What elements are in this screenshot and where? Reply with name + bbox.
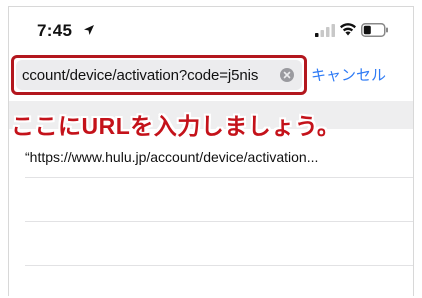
list-divider <box>25 177 413 178</box>
wifi-icon <box>340 23 356 36</box>
list-divider <box>25 221 413 222</box>
phone-screen: 7:45 ccount/device/activation?code=j5nis <box>8 6 414 296</box>
instruction-annotation: ここにURLを入力しましょう。 <box>11 113 341 139</box>
status-bar: 7:45 <box>9 7 413 49</box>
cellular-signal-icon <box>315 24 335 37</box>
location-arrow-icon <box>84 25 94 35</box>
suggestion-row[interactable]: “https://www.hulu.jp/account/device/acti… <box>9 143 413 171</box>
address-bar: ccount/device/activation?code=j5nis キャンセ… <box>9 49 413 101</box>
suggestion-text[interactable]: “https://www.hulu.jp/account/device/acti… <box>25 149 318 165</box>
status-time: 7:45 <box>37 21 73 40</box>
list-divider <box>25 265 413 266</box>
battery-icon <box>361 23 388 37</box>
url-highlight-box <box>11 55 307 95</box>
cancel-button[interactable]: キャンセル <box>311 64 386 85</box>
